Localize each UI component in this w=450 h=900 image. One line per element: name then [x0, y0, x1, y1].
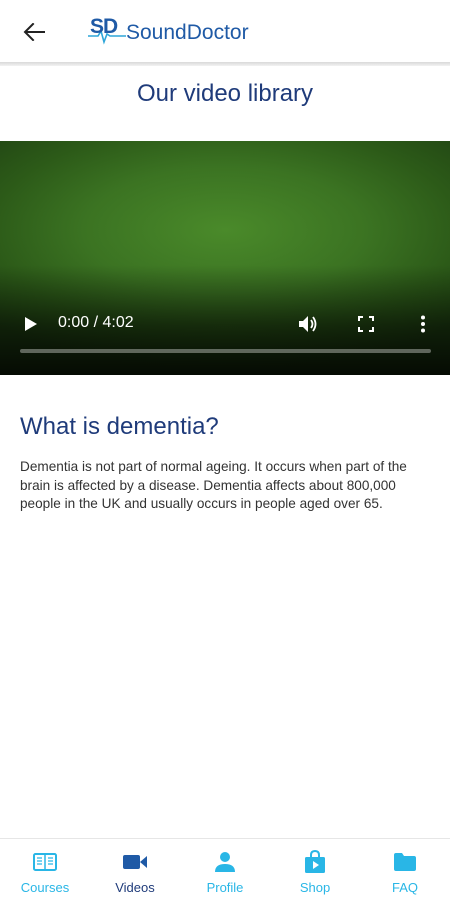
nav-label-courses: Courses [20, 880, 70, 895]
page-title: Our video library [136, 80, 314, 107]
play-button[interactable] [18, 312, 44, 336]
bottom-navigation: Courses Videos Profile Shop FAQ [0, 838, 450, 900]
shop-bag-icon [302, 850, 328, 874]
video-camera-icon [122, 850, 148, 874]
nav-item-shop[interactable]: Shop [270, 839, 360, 900]
nav-label-profile: Profile [206, 880, 244, 895]
volume-button[interactable] [295, 311, 321, 337]
logo-initials: SD [90, 15, 118, 38]
top-app-bar: SD SoundDoctor [0, 0, 450, 62]
nav-item-courses[interactable]: Courses [0, 839, 90, 900]
play-icon [25, 317, 37, 331]
sounddoctor-logo: SD SoundDoctor [88, 14, 288, 50]
top-bar-divider [0, 62, 450, 66]
logo-wordmark: SoundDoctor [126, 21, 249, 45]
folder-icon [392, 850, 418, 874]
nav-item-videos[interactable]: Videos [90, 839, 180, 900]
back-button[interactable] [18, 18, 50, 46]
video-time-display: 0:00 / 4:02 [58, 314, 134, 331]
more-options-button[interactable] [410, 311, 436, 337]
article-heading: What is dementia? [20, 413, 219, 440]
fullscreen-icon [358, 316, 374, 332]
video-progress-bar[interactable] [20, 349, 431, 353]
nav-label-faq: FAQ [391, 880, 418, 895]
article-body: Dementia is not part of normal ageing. I… [20, 459, 407, 511]
video-player[interactable]: 0:00 / 4:02 [0, 141, 450, 375]
fullscreen-button[interactable] [353, 311, 379, 337]
nav-label-shop: Shop [299, 880, 331, 895]
more-vertical-icon [421, 315, 425, 333]
person-icon [212, 850, 238, 874]
nav-label-videos: Videos [115, 880, 155, 895]
nav-item-profile[interactable]: Profile [180, 839, 270, 900]
logo-wordmark-part1: Sound [126, 21, 187, 44]
logo-wordmark-part2: Doctor [186, 21, 249, 44]
volume-icon [299, 316, 317, 332]
nav-item-faq[interactable]: FAQ [360, 839, 450, 900]
arrow-left-icon [23, 23, 45, 41]
courses-icon [32, 850, 58, 874]
